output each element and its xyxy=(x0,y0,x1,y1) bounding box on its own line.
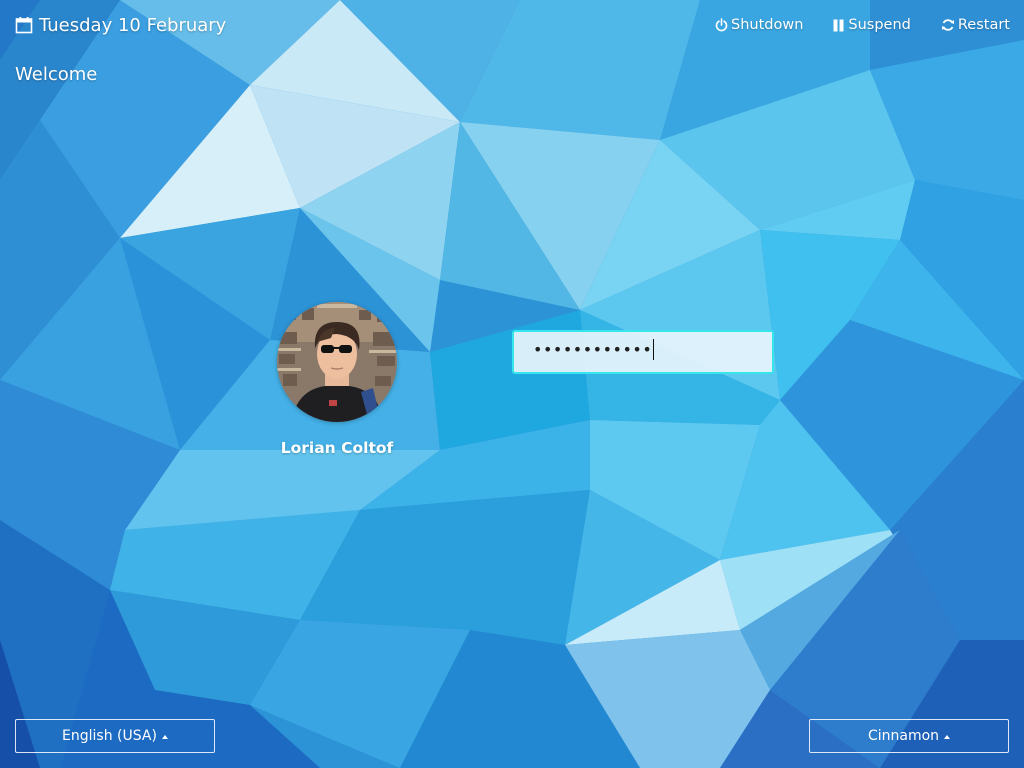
suspend-label: Suspend xyxy=(848,17,911,33)
pause-icon xyxy=(833,19,845,32)
password-value: •••••••••••• xyxy=(533,340,653,359)
shutdown-label: Shutdown xyxy=(731,17,804,33)
date-text: Tuesday 10 February xyxy=(39,14,227,36)
power-icon xyxy=(715,18,728,32)
password-masked-text: •••••••••••• xyxy=(533,338,655,360)
restart-label: Restart xyxy=(957,17,1010,33)
session-label: Cinnamon xyxy=(867,728,940,744)
user-avatar[interactable] xyxy=(277,302,397,422)
caret-up-icon xyxy=(944,734,951,739)
restart-button[interactable]: Restart xyxy=(911,15,1010,35)
calendar-icon xyxy=(15,16,33,34)
language-label: English (USA) xyxy=(62,728,157,744)
caret-up-icon xyxy=(161,734,168,739)
shutdown-button[interactable]: Shutdown xyxy=(715,15,803,35)
text-caret xyxy=(653,338,655,360)
suspend-button[interactable]: Suspend xyxy=(803,15,911,35)
welcome-message: Welcome xyxy=(15,64,98,85)
language-selector[interactable]: English (USA) xyxy=(15,719,215,753)
user-name[interactable]: Lorian Coltof xyxy=(237,439,437,457)
session-selector[interactable]: Cinnamon xyxy=(809,719,1009,753)
password-input[interactable]: •••••••••••• xyxy=(512,330,774,374)
background-wallpaper xyxy=(0,0,1024,768)
refresh-icon xyxy=(941,18,955,32)
date-display: Tuesday 10 February xyxy=(15,13,226,37)
power-actions: Shutdown Suspend Restart xyxy=(715,15,1010,35)
avatar-photo xyxy=(277,302,397,422)
